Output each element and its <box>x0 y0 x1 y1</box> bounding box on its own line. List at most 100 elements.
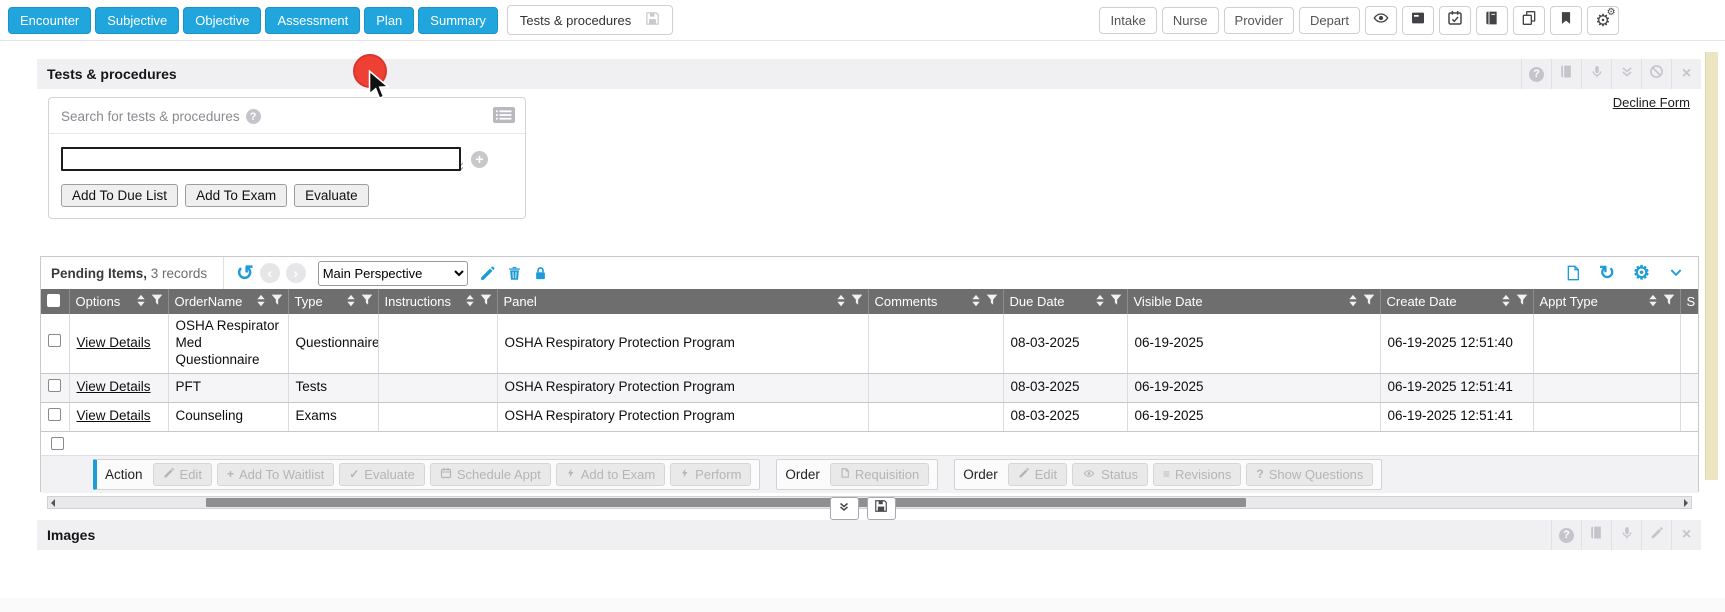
search-input[interactable] <box>61 147 461 171</box>
decline-form-link[interactable]: Decline Form <box>1613 95 1690 110</box>
new-document-icon[interactable] <box>1565 264 1581 282</box>
lock-icon[interactable] <box>533 265 548 282</box>
edit-button[interactable] <box>1641 520 1671 550</box>
row-checkbox[interactable] <box>48 408 61 421</box>
settings-button[interactable]: ⚙⚙ <box>1587 6 1619 35</box>
depart-button[interactable]: Depart <box>1299 7 1360 34</box>
sort-icon[interactable] <box>836 294 846 310</box>
revisions-button[interactable]: ≡ Revisions <box>1153 463 1241 486</box>
help-icon[interactable]: ? <box>246 109 261 124</box>
column-header-instructions[interactable]: Instructions <box>378 289 497 314</box>
column-header-comments[interactable]: Comments <box>868 289 1003 314</box>
save-icon[interactable] <box>645 11 660 29</box>
tab-encounter[interactable]: Encounter <box>8 7 91 34</box>
view-details-link[interactable]: View Details <box>77 335 151 350</box>
add-to-exam-button[interactable]: Add To Exam <box>185 184 287 207</box>
help-button[interactable]: ? <box>1551 520 1581 550</box>
save-button[interactable] <box>867 497 896 520</box>
column-header-due-date[interactable]: Due Date <box>1003 289 1127 314</box>
select-all-checkbox[interactable] <box>47 294 60 307</box>
previous-icon[interactable]: ‹ <box>260 263 280 283</box>
edit-button[interactable]: Edit <box>153 463 212 486</box>
collapse-button[interactable] <box>1611 59 1641 89</box>
add-to-exam-button[interactable]: Add to Exam <box>556 463 665 486</box>
tab-plan[interactable]: Plan <box>364 7 414 34</box>
sort-icon[interactable] <box>256 294 266 310</box>
column-header-appt-type[interactable]: Appt Type <box>1533 289 1680 314</box>
tab-objective[interactable]: Objective <box>183 7 261 34</box>
sort-icon[interactable] <box>1095 294 1105 310</box>
tab-summary[interactable]: Summary <box>418 7 498 34</box>
column-header-create-date[interactable]: Create Date <box>1380 289 1533 314</box>
expand-more-button[interactable] <box>830 497 859 520</box>
chevron-down-icon[interactable] <box>1668 266 1684 280</box>
column-header-options[interactable]: Options <box>69 289 168 314</box>
book-button[interactable] <box>1551 59 1581 89</box>
eye-button[interactable] <box>1365 6 1397 35</box>
row-checkbox[interactable] <box>51 437 64 450</box>
dictate-button[interactable] <box>1581 59 1611 89</box>
sort-icon[interactable] <box>1501 294 1511 310</box>
status-button[interactable]: Status <box>1072 463 1148 486</box>
requisition-button[interactable]: Requisition <box>830 463 929 486</box>
column-header-panel[interactable]: Panel <box>497 289 868 314</box>
undo-icon[interactable]: ↺ <box>236 263 254 284</box>
disable-button[interactable] <box>1641 59 1671 89</box>
view-details-link[interactable]: View Details <box>77 408 151 423</box>
order-edit-button[interactable]: Edit <box>1008 463 1067 486</box>
column-header-type[interactable]: Type <box>288 289 378 314</box>
sort-icon[interactable] <box>971 294 981 310</box>
help-button[interactable]: ? <box>1521 59 1551 89</box>
tab-subjective[interactable]: Subjective <box>95 7 179 34</box>
add-to-due-list-button[interactable]: Add To Due List <box>61 184 178 207</box>
add-to-waitlist-button[interactable]: + Add To Waitlist <box>217 463 334 486</box>
close-button[interactable]: × <box>1671 520 1701 550</box>
tab-tests-procedures-active[interactable]: Tests & procedures <box>507 5 673 35</box>
list-view-icon[interactable] <box>493 107 515 128</box>
refresh-icon[interactable]: ↻ <box>1599 264 1615 283</box>
edit-perspective-icon[interactable] <box>479 265 496 282</box>
filter-icon[interactable] <box>986 294 998 309</box>
column-header-visible-date[interactable]: Visible Date <box>1127 289 1380 314</box>
intake-button[interactable]: Intake <box>1099 7 1156 34</box>
gear-icon[interactable]: ⚙ <box>1633 264 1650 283</box>
sort-icon[interactable] <box>1648 294 1658 310</box>
column-header-ordername[interactable]: OrderName <box>168 289 288 314</box>
book-button[interactable] <box>1476 6 1508 35</box>
row-checkbox[interactable] <box>48 379 61 392</box>
dictate-button[interactable] <box>1611 520 1641 550</box>
filter-icon[interactable] <box>851 294 863 309</box>
close-button[interactable]: × <box>1671 59 1701 89</box>
evaluate-button[interactable]: ✓ Evaluate <box>339 463 425 486</box>
provider-button[interactable]: Provider <box>1224 7 1294 34</box>
perspective-select[interactable]: Main Perspective <box>318 261 468 286</box>
filter-icon[interactable] <box>361 294 373 309</box>
schedule-appt-button[interactable]: Schedule Appt <box>430 463 551 486</box>
nurse-button[interactable]: Nurse <box>1162 7 1219 34</box>
show-questions-button[interactable]: ? Show Questions <box>1246 463 1373 486</box>
filter-icon[interactable] <box>271 294 283 309</box>
view-details-link[interactable]: View Details <box>77 379 151 394</box>
sort-icon[interactable] <box>136 294 146 310</box>
filter-icon[interactable] <box>1516 294 1528 309</box>
sort-icon[interactable] <box>346 294 356 310</box>
column-header-cutoff[interactable]: S <box>1680 289 1698 314</box>
note-strip[interactable] <box>1705 52 1718 480</box>
book-button[interactable] <box>1581 520 1611 550</box>
filter-icon[interactable] <box>1110 294 1122 309</box>
bookmark-button[interactable] <box>1550 6 1582 35</box>
filter-icon[interactable] <box>1363 294 1375 309</box>
row-checkbox[interactable] <box>48 334 61 347</box>
delete-perspective-icon[interactable] <box>507 265 522 282</box>
filter-icon[interactable] <box>151 294 163 309</box>
copy-button[interactable] <box>1513 6 1545 35</box>
filter-icon[interactable] <box>1663 294 1675 309</box>
evaluate-button[interactable]: Evaluate <box>294 184 369 207</box>
filter-icon[interactable] <box>480 294 492 309</box>
sort-icon[interactable] <box>465 294 475 310</box>
sort-icon[interactable] <box>1348 294 1358 310</box>
calendar-button[interactable] <box>1439 6 1471 35</box>
tab-assessment[interactable]: Assessment <box>265 7 360 34</box>
perform-button[interactable]: Perform <box>670 463 751 486</box>
next-icon[interactable]: › <box>286 263 306 283</box>
